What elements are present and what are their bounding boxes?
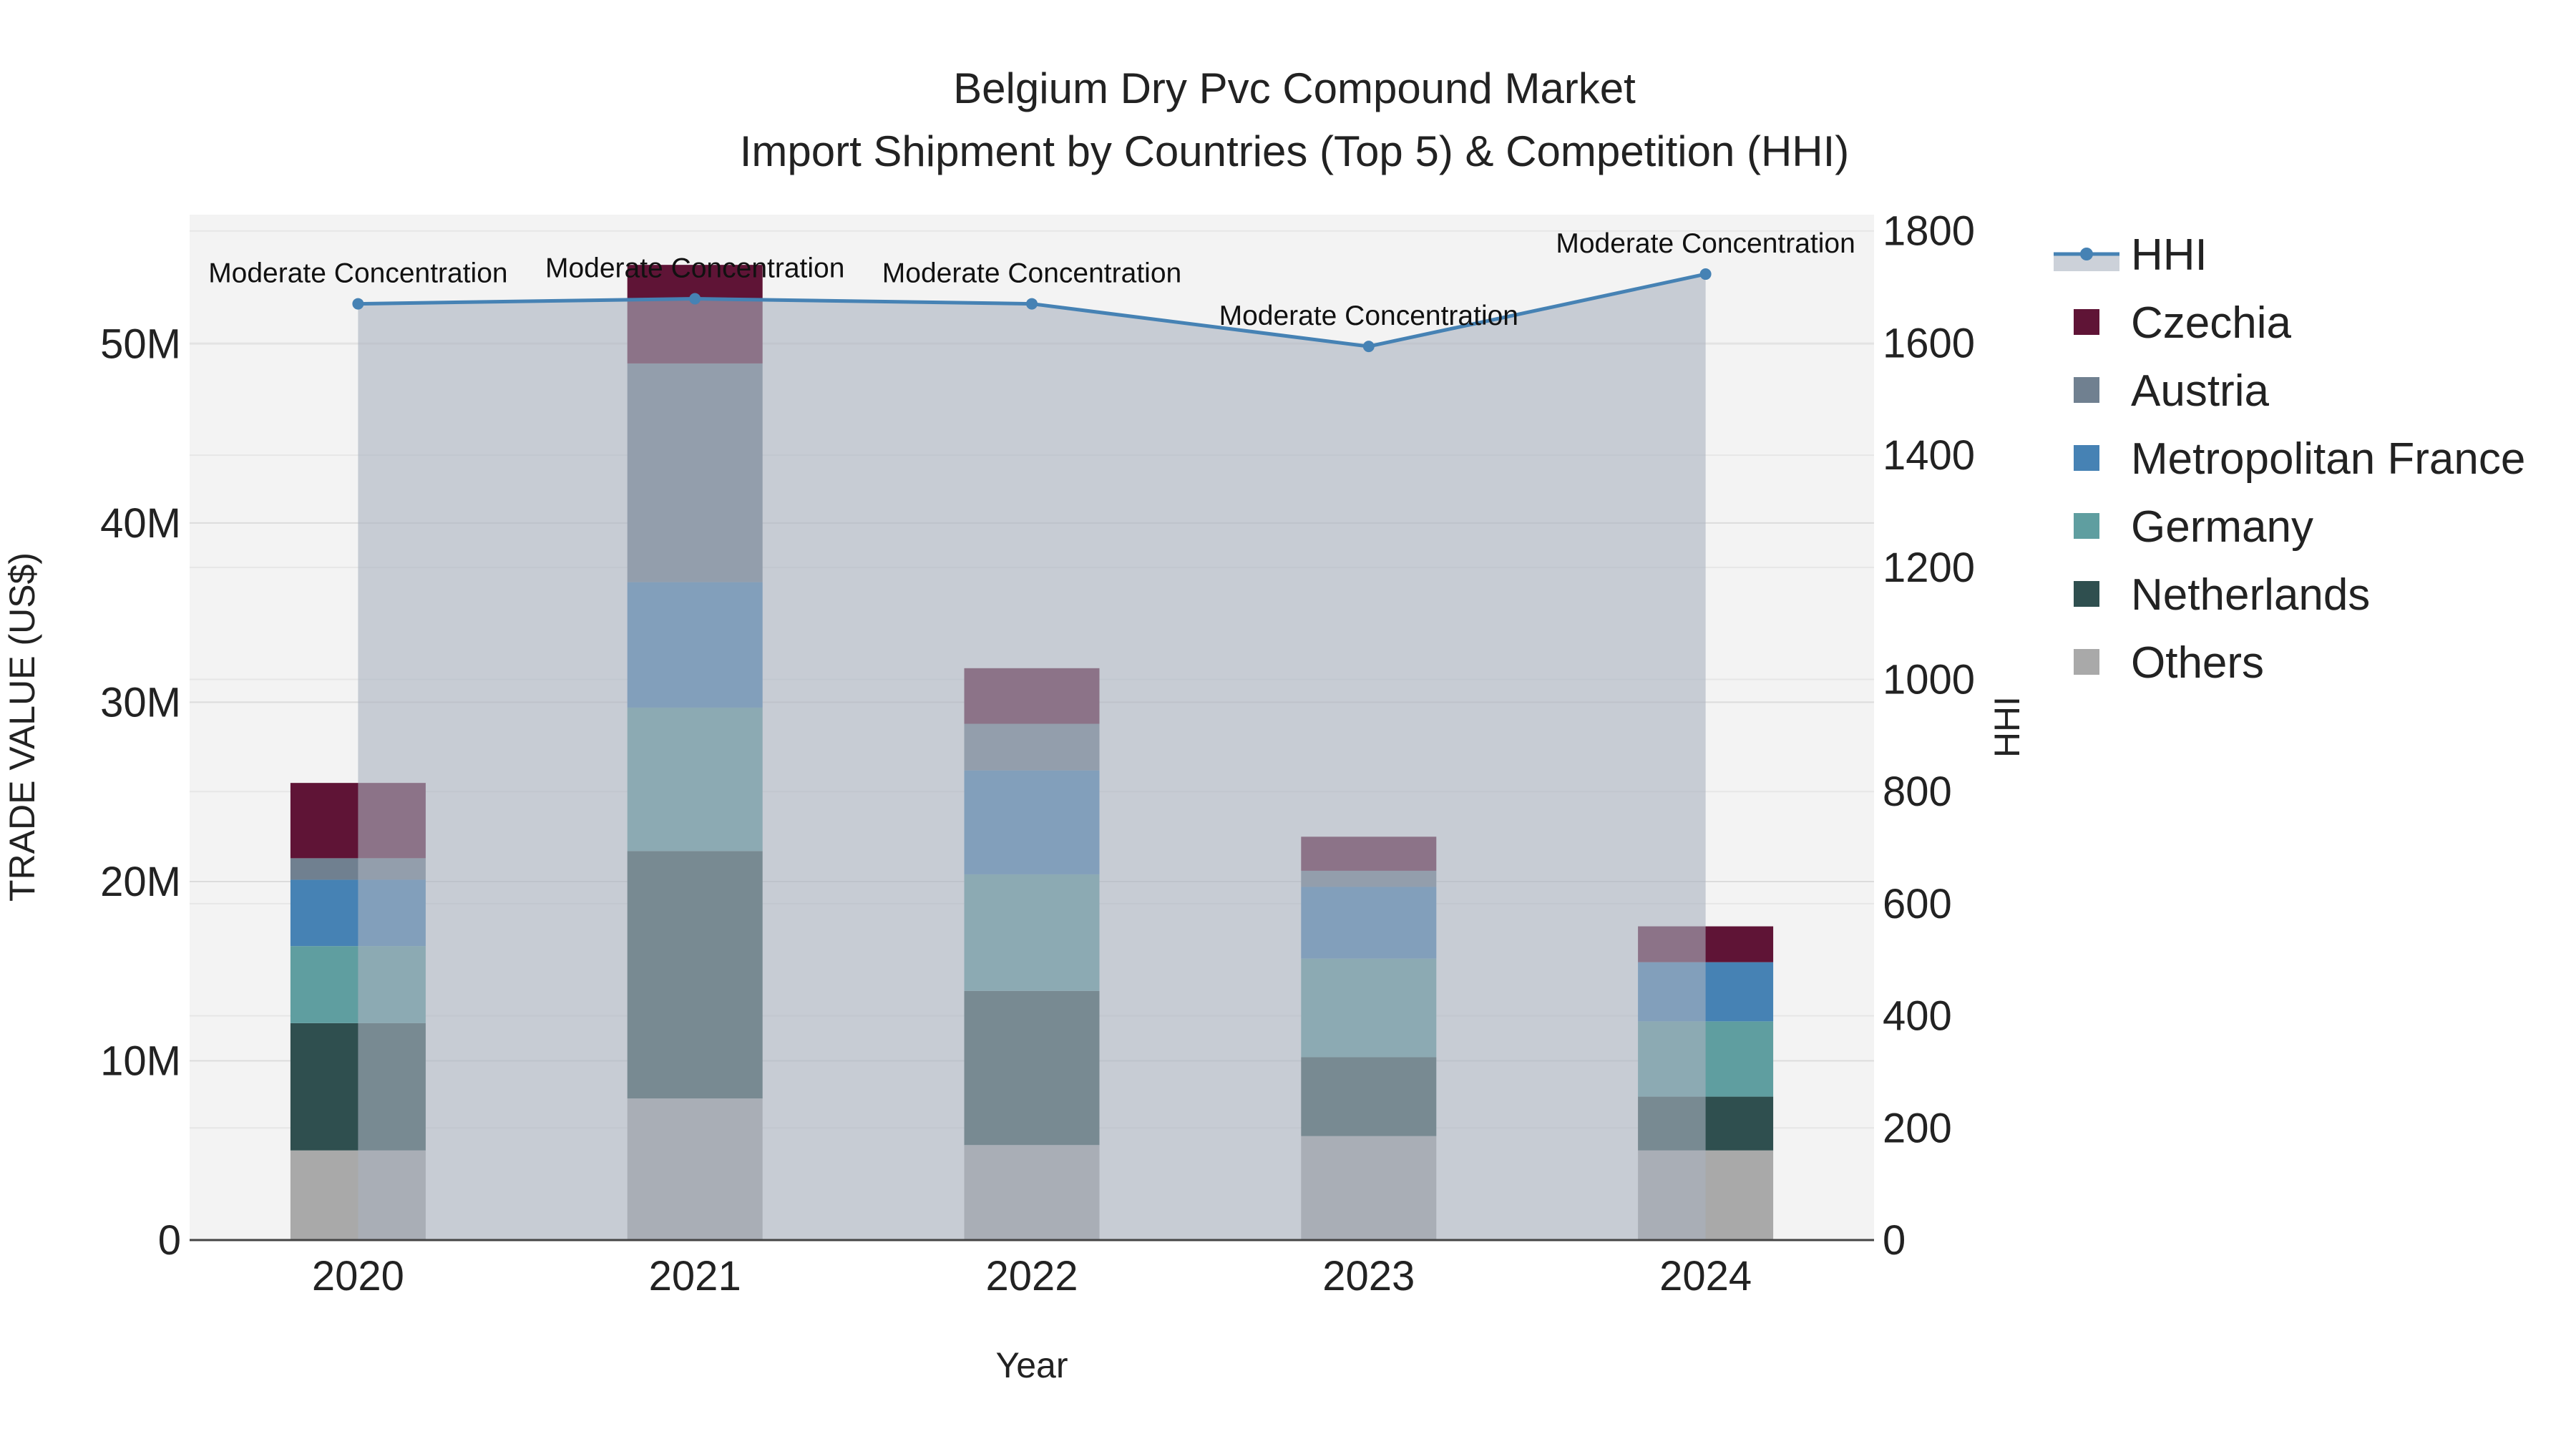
y-axis-ticks: 0 10M 20M 30M 40M 50M (100, 321, 181, 1264)
legend-swatch (2074, 309, 2099, 335)
y-tick-label: 10M (100, 1038, 181, 1084)
hhi-annotation-2023: Moderate Concentration (1219, 301, 1518, 331)
legend-swatch (2074, 649, 2099, 675)
x-axis-ticks: 2020 2021 2022 2023 2024 (312, 1253, 1752, 1299)
legend-label: HHI (2131, 230, 2207, 280)
legend-label: Czechia (2131, 298, 2292, 348)
x-tick-label: 2023 (1322, 1253, 1415, 1299)
y-axis-title: TRADE VALUE (US$) (2, 552, 42, 902)
hhi-annotation-2022: Moderate Concentration (882, 258, 1181, 289)
y2-tick-label: 1600 (1883, 320, 1975, 366)
legend-item-austria: Austria (2074, 366, 2269, 416)
y2-axis-title: HHI (1987, 696, 2027, 758)
legend-label: Netherlands (2131, 570, 2370, 620)
y-tick-label: 20M (100, 859, 181, 905)
y-tick-label: 50M (100, 321, 181, 367)
x-tick-label: 2021 (649, 1253, 741, 1299)
legend-label: Others (2131, 638, 2264, 688)
y2-tick-label: 1000 (1883, 657, 1975, 703)
y-tick-label: 40M (100, 500, 181, 547)
legend-label: Metropolitan France (2131, 434, 2525, 484)
hhi-point-2020 (352, 298, 364, 310)
y2-tick-label: 0 (1883, 1217, 1906, 1264)
chart: Moderate Concentration Moderate Concentra… (2, 64, 2525, 1385)
y2-tick-label: 800 (1883, 769, 1952, 815)
y-tick-label: 0 (158, 1217, 181, 1264)
y2-tick-label: 400 (1883, 993, 1952, 1040)
legend: HHI Czechia Austria Metropolitan France Germ… (2054, 230, 2525, 688)
y2-tick-label: 600 (1883, 881, 1952, 927)
hhi-point-2021 (689, 293, 701, 305)
x-axis-title: Year (995, 1345, 1068, 1385)
chart-subtitle: Import Shipment by Countries (Top 5) & C… (740, 127, 1850, 175)
hhi-series: Moderate Concentration Moderate Concentra… (208, 228, 1855, 1240)
legend-item-germany: Germany (2074, 502, 2313, 552)
y2-tick-label: 1200 (1883, 545, 1975, 591)
x-tick-label: 2024 (1659, 1253, 1752, 1299)
hhi-point-2023 (1362, 341, 1375, 353)
legend-item-others: Others (2074, 638, 2264, 688)
x-tick-label: 2022 (985, 1253, 1078, 1299)
y-tick-label: 30M (100, 679, 181, 726)
legend-item-metropolitan-france: Metropolitan France (2074, 434, 2525, 484)
legend-swatch (2074, 513, 2099, 539)
hhi-annotation-2020: Moderate Concentration (208, 258, 507, 289)
chart-title: Belgium Dry Pvc Compound Market (953, 64, 1636, 112)
hhi-area (358, 274, 1706, 1240)
legend-label: Germany (2131, 502, 2313, 552)
legend-swatch (2074, 581, 2099, 607)
y2-tick-label: 1400 (1883, 432, 1975, 479)
hhi-point-2024 (1699, 268, 1712, 280)
hhi-annotation-2024: Moderate Concentration (1556, 228, 1855, 259)
legend-swatch (2074, 445, 2099, 471)
y2-tick-label: 1800 (1883, 208, 1975, 255)
legend-swatch-hhi-marker (2080, 248, 2093, 260)
hhi-annotation-2021: Moderate Concentration (545, 253, 844, 284)
legend-item-hhi: HHI (2054, 230, 2207, 280)
legend-item-czechia: Czechia (2074, 298, 2292, 348)
x-tick-label: 2020 (312, 1253, 404, 1299)
legend-swatch (2074, 377, 2099, 403)
hhi-point-2022 (1026, 298, 1038, 310)
y2-tick-label: 200 (1883, 1105, 1952, 1151)
legend-item-netherlands: Netherlands (2074, 570, 2370, 620)
legend-label: Austria (2131, 366, 2269, 416)
y2-axis-ticks: 0 200 400 600 800 1000 1200 1400 1600 1800 (1883, 208, 1975, 1264)
